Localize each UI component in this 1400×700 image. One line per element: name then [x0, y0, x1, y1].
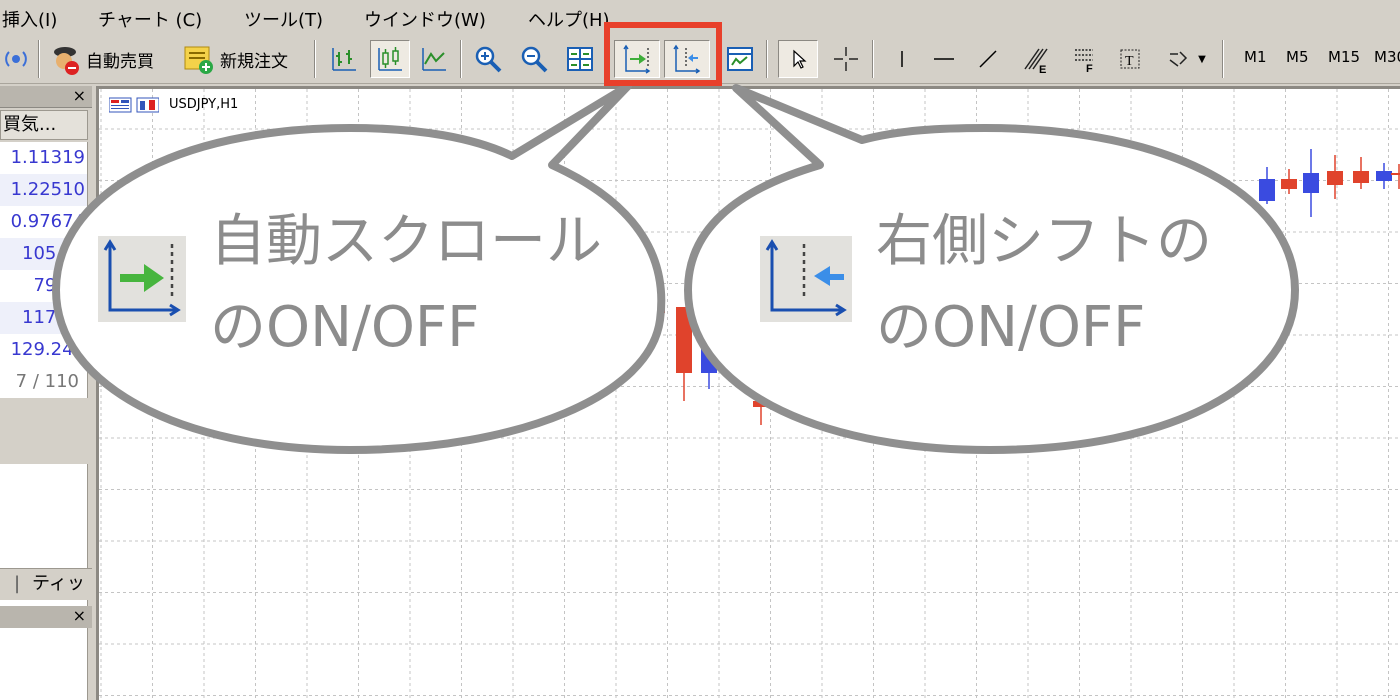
auto-scroll-icon	[103, 239, 181, 317]
chart-shift-large-icon	[760, 236, 852, 322]
auto-scroll-callout-line1: 自動スクロール	[210, 209, 602, 274]
chart-shift-callout-line1: 右側シフトの	[876, 209, 1212, 274]
auto-scroll-large-icon	[98, 236, 186, 322]
toolbar-highlight-frame	[604, 22, 722, 86]
chart-shift-icon	[765, 239, 847, 317]
auto-scroll-callout-line2: のON/OFF	[210, 295, 480, 360]
chart-shift-callout-line2: のON/OFF	[876, 295, 1146, 360]
